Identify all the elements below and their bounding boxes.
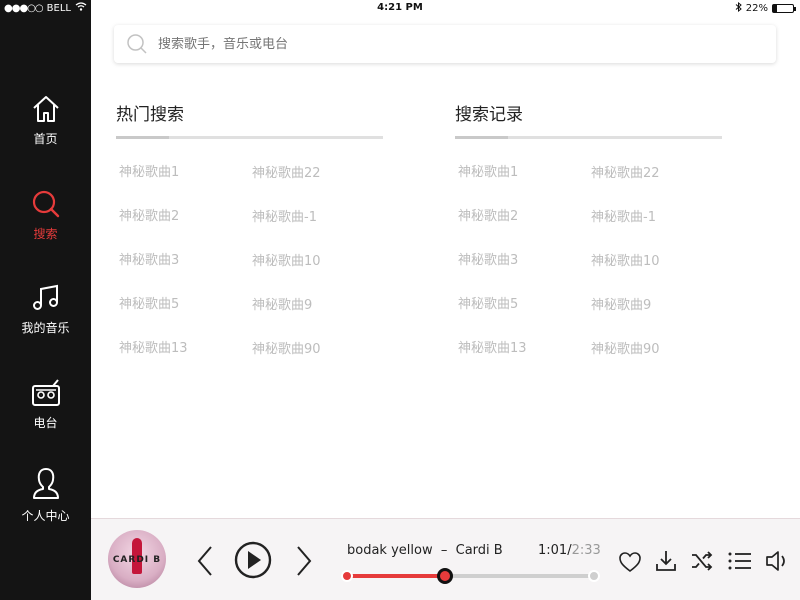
sidebar-item-radio[interactable]: 电台	[0, 378, 91, 431]
section-underline	[116, 136, 383, 139]
status-bar: ●●●○○ BELL 4:21 PM 22%	[0, 0, 800, 16]
next-icon[interactable]	[294, 545, 314, 577]
hot-search-tag[interactable]: 神秘歌曲10	[252, 250, 321, 269]
search-icon	[32, 190, 59, 218]
sidebar-item-search[interactable]: 搜索	[0, 189, 91, 242]
hot-search-tag[interactable]: 神秘歌曲5	[119, 293, 179, 312]
search-bar[interactable]	[114, 25, 776, 63]
status-right: 22%	[735, 1, 796, 15]
sidebar-item-home[interactable]: 首页	[0, 94, 91, 147]
sidebar: 首页 搜索 我的音乐 电台 个人中心	[0, 0, 91, 600]
heart-icon[interactable]	[618, 551, 642, 573]
battery-percent: 22%	[745, 3, 768, 14]
sidebar-item-profile[interactable]: 个人中心	[0, 467, 91, 524]
hot-search-tag[interactable]: 神秘歌曲22	[252, 162, 321, 181]
section-underline	[455, 136, 722, 139]
bluetooth-icon	[735, 1, 742, 15]
status-time: 4:21 PM	[377, 2, 423, 13]
music-note-icon	[32, 284, 58, 310]
song-artist: Cardi B	[455, 543, 503, 558]
song-title: bodak yellow	[347, 543, 433, 558]
sidebar-item-label: 个人中心	[21, 509, 70, 523]
hot-search-tag[interactable]: 神秘歌曲90	[252, 338, 321, 357]
playback-time: 1:01/2:33	[538, 543, 601, 558]
player-bar: CARDI B bodak yellow – Cardi B 1:01/2:33	[91, 518, 800, 600]
current-time: 1:01	[538, 543, 568, 558]
history-tag[interactable]: 神秘歌曲1	[458, 161, 518, 180]
main-content: 热门搜索 神秘歌曲1 神秘歌曲2 神秘歌曲3 神秘歌曲5 神秘歌曲13 神秘歌曲…	[91, 0, 800, 518]
sidebar-item-label: 我的音乐	[21, 321, 70, 335]
progress-played	[346, 574, 446, 578]
history-tag[interactable]: 神秘歌曲13	[458, 337, 527, 356]
battery-icon	[772, 4, 796, 13]
sidebar-item-label: 电台	[33, 416, 58, 430]
search-input[interactable]	[158, 36, 718, 52]
home-icon	[32, 96, 59, 122]
history-tag[interactable]: 神秘歌曲-1	[591, 206, 656, 225]
hot-search-section: 热门搜索 神秘歌曲1 神秘歌曲2 神秘歌曲3 神秘歌曲5 神秘歌曲13 神秘歌曲…	[116, 100, 383, 357]
hot-search-tag[interactable]: 神秘歌曲1	[119, 161, 179, 180]
now-playing: bodak yellow – Cardi B	[347, 543, 503, 558]
sidebar-item-my-music[interactable]: 我的音乐	[0, 283, 91, 336]
history-tag[interactable]: 神秘歌曲3	[458, 249, 518, 268]
hot-search-tag[interactable]: 神秘歌曲13	[119, 337, 188, 356]
sidebar-item-label: 搜索	[33, 227, 58, 241]
history-tag[interactable]: 神秘歌曲2	[458, 205, 518, 224]
playlist-icon[interactable]	[728, 552, 752, 570]
hot-search-tag[interactable]: 神秘歌曲-1	[252, 206, 317, 225]
total-time: 2:33	[571, 543, 601, 558]
history-tag[interactable]: 神秘歌曲22	[591, 162, 660, 181]
download-icon[interactable]	[654, 549, 678, 573]
progress-start-marker	[341, 570, 353, 582]
search-history-title: 搜索记录	[455, 105, 523, 125]
album-cover[interactable]: CARDI B	[108, 530, 166, 588]
progress-end-marker	[588, 570, 600, 582]
history-tag[interactable]: 神秘歌曲10	[591, 250, 660, 269]
history-tag[interactable]: 神秘歌曲90	[591, 338, 660, 357]
hot-search-tag[interactable]: 神秘歌曲3	[119, 249, 179, 268]
title-separator: –	[440, 543, 448, 558]
user-icon	[32, 468, 59, 499]
volume-icon[interactable]	[765, 550, 791, 572]
previous-icon[interactable]	[195, 545, 215, 577]
hot-search-tag[interactable]: 神秘歌曲9	[252, 294, 312, 313]
progress-bar[interactable]	[341, 568, 600, 584]
history-tag[interactable]: 神秘歌曲9	[591, 294, 651, 313]
hot-search-title: 热门搜索	[116, 105, 184, 125]
shuffle-icon[interactable]	[690, 550, 714, 572]
search-history-section: 搜索记录 神秘歌曲1 神秘歌曲2 神秘歌曲3 神秘歌曲5 神秘歌曲13 神秘歌曲…	[455, 100, 722, 357]
search-icon	[127, 34, 147, 54]
play-icon[interactable]	[234, 541, 272, 579]
hot-search-tag[interactable]: 神秘歌曲2	[119, 205, 179, 224]
cover-text: CARDI B	[112, 555, 162, 565]
history-tag[interactable]: 神秘歌曲5	[458, 293, 518, 312]
sidebar-item-label: 首页	[33, 132, 58, 146]
progress-handle[interactable]	[437, 568, 454, 584]
radio-icon	[31, 379, 60, 406]
